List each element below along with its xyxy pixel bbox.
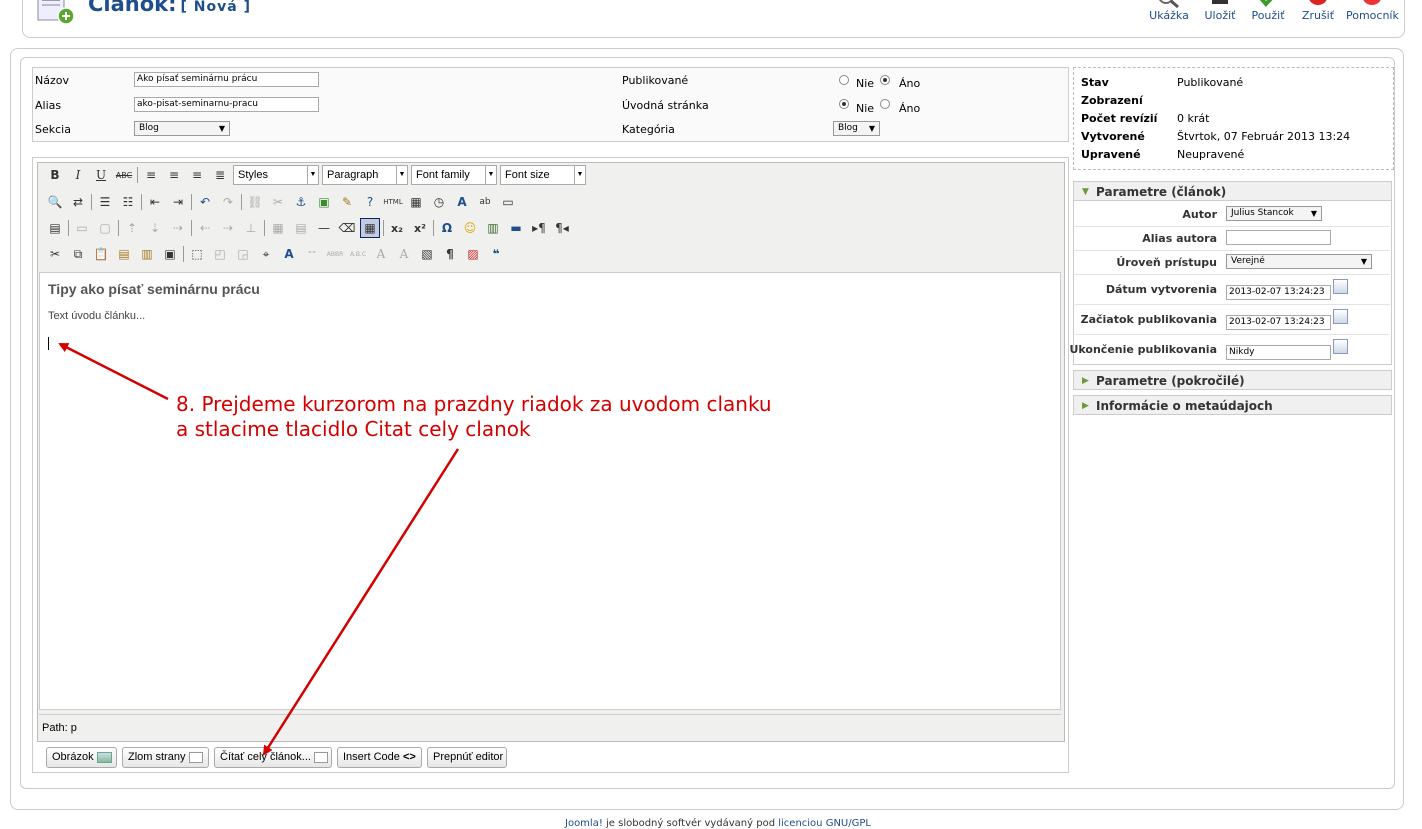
joomla-link[interactable]: Joomla! [565, 818, 603, 829]
annotation-text: 8. Prejdeme kurzorom na prazdny riadok z… [176, 392, 772, 442]
annotation-line-2: a stlacime tlacidlo Citat cely clanok [176, 417, 531, 441]
license-link[interactable]: licenciou GNU/GPL [778, 818, 871, 829]
annotation-line-1: 8. Prejdeme kurzorom na prazdny riadok z… [176, 392, 772, 416]
footer: Joomla! je slobodný softvér vydávaný pod… [565, 818, 871, 829]
footer-text: je slobodný softvér vydávaný pod [602, 818, 779, 829]
arrow-to-readmore [262, 448, 460, 756]
arrow-to-cursor [58, 342, 169, 401]
